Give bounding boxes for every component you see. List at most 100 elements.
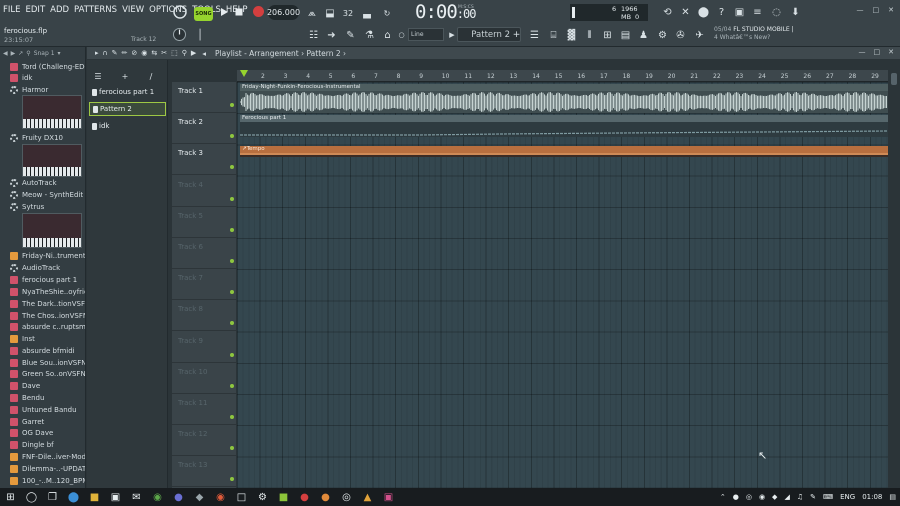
browser-item[interactable]: Dave: [0, 380, 85, 391]
chevron-down-icon[interactable]: ▾: [58, 50, 61, 57]
stop-icon[interactable]: [234, 7, 244, 17]
track-enable-led[interactable]: [230, 196, 234, 201]
browser-back-icon[interactable]: ◀: [3, 50, 8, 57]
track-header[interactable]: Track 11: [172, 394, 236, 425]
file-explorer-icon[interactable]: ■: [84, 488, 105, 506]
browser-item[interactable]: idk: [0, 72, 85, 83]
settings-icon[interactable]: ⚙: [252, 488, 273, 506]
menu-patterns[interactable]: PATTERNS: [74, 5, 117, 15]
playlist-titlebar[interactable]: ▸ ∩ ✎ ✏ ⊘ ◉ ⇆ ✂ ⬚ ⚲ ▶ ◂ Playlist - Arran…: [87, 47, 900, 59]
picker-draw-icon[interactable]: ∕: [146, 68, 156, 84]
pattern-item[interactable]: ferocious part 1: [89, 85, 166, 99]
add-pattern-icon[interactable]: +: [512, 27, 521, 43]
playlist-menu-icon[interactable]: ▸: [95, 49, 99, 57]
edge-icon[interactable]: ⬤: [63, 488, 84, 506]
tray-app-icon[interactable]: ●: [733, 493, 739, 501]
app-3-icon[interactable]: ●: [294, 488, 315, 506]
mixer-window-icon[interactable]: ⫴: [582, 27, 597, 43]
track-enable-led[interactable]: [230, 446, 234, 451]
browser-item[interactable]: Meow - SynthEdit: [0, 189, 85, 200]
browser-arrow-icon[interactable]: ↗: [18, 50, 23, 57]
channel-window-icon[interactable]: ⊞: [600, 27, 615, 43]
tray-discord-icon[interactable]: ◉: [759, 493, 765, 501]
track-header[interactable]: Track 1: [172, 82, 236, 113]
track-enable-led[interactable]: [230, 415, 234, 419]
tray-network-icon[interactable]: ◢: [784, 493, 789, 501]
mixer-icon[interactable]: ≡: [751, 4, 764, 20]
playlist-view-icon[interactable]: ☷: [306, 27, 321, 43]
close-all-icon[interactable]: ✕: [679, 4, 692, 20]
playlist-icon[interactable]: ☰: [527, 27, 542, 43]
menu-view[interactable]: VIEW: [122, 5, 144, 15]
track-enable-led[interactable]: [230, 259, 234, 263]
mute-tool-icon[interactable]: ◉: [141, 49, 147, 57]
mail-icon[interactable]: ✉: [126, 488, 147, 506]
playback-tool-icon[interactable]: ▶: [191, 49, 196, 57]
track-header[interactable]: Track 9: [172, 332, 236, 363]
chrome-2-icon[interactable]: ◉: [210, 488, 231, 506]
loop-record-icon[interactable]: ↻: [379, 5, 395, 21]
browser-item[interactable]: OG Dave: [0, 427, 85, 438]
browser-item[interactable]: The Dark..tionVSFNF): [0, 298, 85, 309]
automation-clip[interactable]: ↗Tempo: [240, 146, 888, 155]
browser-item[interactable]: Friday-Ni..trumental: [0, 250, 85, 261]
link-icon[interactable]: ⚗: [362, 27, 377, 43]
playhead-marker[interactable]: [240, 70, 248, 77]
browser-item[interactable]: Tord (Challeng-EDO): [0, 61, 85, 72]
metronome-icon[interactable]: ⩕: [305, 5, 319, 21]
track-header[interactable]: Track 5: [172, 207, 236, 238]
task-view-icon[interactable]: ❐: [42, 488, 63, 506]
stamp-icon[interactable]: ⌂: [380, 27, 395, 43]
play-icon[interactable]: [219, 7, 229, 17]
search-icon[interactable]: ◯: [21, 488, 42, 506]
paint-tool-icon[interactable]: ✏: [122, 49, 128, 57]
browser-item[interactable]: Inst: [0, 333, 85, 344]
browser-item[interactable]: NyaTheShie..oyfriend: [0, 286, 85, 297]
performance-mode-icon[interactable]: ✈: [692, 27, 707, 43]
track-enable-led[interactable]: [230, 165, 234, 170]
snap-icon[interactable]: ○: [397, 27, 406, 43]
vlc-icon[interactable]: ▲: [357, 488, 378, 506]
track-header[interactable]: Track 7: [172, 269, 236, 301]
track-enable-led[interactable]: [230, 383, 234, 388]
app-4-icon[interactable]: ▣: [378, 488, 399, 506]
scrollbar-thumb[interactable]: [891, 73, 897, 85]
tray-steam-icon[interactable]: ◎: [746, 493, 752, 501]
track-header[interactable]: Track 6: [172, 238, 236, 269]
zoom-tool-icon[interactable]: ⚲: [182, 49, 187, 57]
track-header[interactable]: Track 3: [172, 144, 236, 176]
browser-item[interactable]: FNF-Dile..iver-Mod_: [0, 451, 85, 462]
browser-item[interactable]: Garret: [0, 416, 85, 427]
tray-keyboard-icon[interactable]: ⌨: [823, 493, 833, 501]
undo-icon[interactable]: ⟲: [661, 4, 674, 20]
download-icon[interactable]: ⬇: [789, 4, 802, 20]
menu-edit[interactable]: EDIT: [26, 5, 46, 15]
help-icon[interactable]: ?: [715, 4, 728, 20]
mic-icon[interactable]: ⬤: [697, 4, 710, 20]
pencil-icon[interactable]: ✎: [343, 27, 358, 43]
browser-search-icon[interactable]: ⚲: [26, 50, 30, 57]
track-enable-led[interactable]: [230, 290, 234, 295]
firefox-icon[interactable]: ●: [315, 488, 336, 506]
discord-icon[interactable]: ●: [168, 488, 189, 506]
playlist-vertical-scrollbar[interactable]: [888, 70, 900, 488]
browser-icon[interactable]: ▤: [618, 27, 633, 43]
track-header[interactable]: Track 10: [172, 363, 236, 394]
playlist-maximize-icon[interactable]: □: [874, 48, 881, 56]
track-header[interactable]: Track 12: [172, 425, 236, 457]
slip-tool-icon[interactable]: ⇆: [151, 49, 157, 57]
pencil-tool-icon[interactable]: ✎: [112, 49, 118, 57]
plugin-database-icon[interactable]: ⚙: [655, 27, 670, 43]
recording-filter-icon[interactable]: [172, 4, 188, 20]
tray-chevron-icon[interactable]: ⌃: [720, 493, 726, 501]
browser-item[interactable]: AudioTrack: [0, 262, 85, 273]
pattern-item[interactable]: idk: [89, 119, 166, 133]
master-pitch-icon[interactable]: │: [196, 27, 204, 43]
playlist-close-icon[interactable]: ✕: [888, 48, 894, 56]
minimize-icon[interactable]: —: [857, 6, 864, 14]
track-enable-led[interactable]: [230, 227, 234, 232]
tray-clock[interactable]: 01:08: [862, 493, 882, 501]
browser-item[interactable]: Fruity DX10: [0, 132, 85, 143]
snap-mode-select[interactable]: Line: [408, 28, 444, 41]
browser-item[interactable]: ferocious part 1: [0, 274, 85, 285]
